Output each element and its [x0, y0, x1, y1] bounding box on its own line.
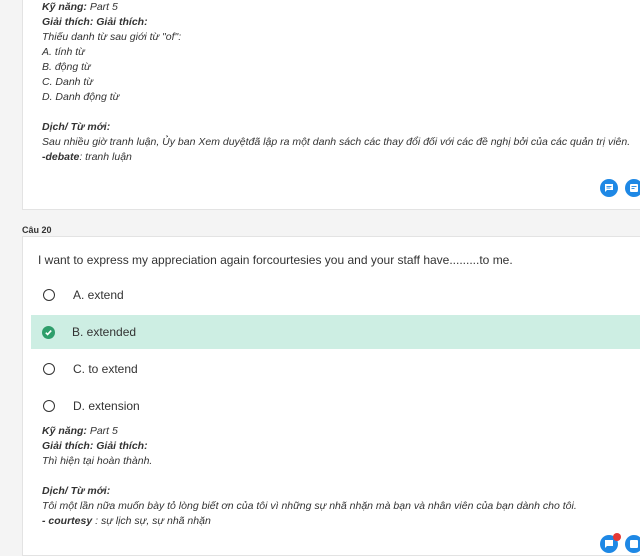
option-label: D. extension — [73, 399, 140, 413]
skill-label: Kỹ năng: — [42, 425, 87, 437]
vocab-word-line: - courtesy : sự lịch sự, sự nhã nhặn — [42, 514, 211, 529]
explain-line: Thì hiện tại hoàn thành. — [42, 455, 153, 467]
option-d[interactable]: D. extension — [31, 389, 640, 423]
explain-line: C. Danh từ — [42, 76, 94, 88]
vocab-word-meaning: : sự lịch sự, sự nhã nhặn — [92, 515, 211, 527]
radio-unchecked-icon — [43, 363, 55, 375]
vocab-line: Tôi một lần nữa muốn bày tỏ lòng biết ơn… — [42, 500, 577, 512]
explain-label: Giải thích: Giải thích: — [42, 440, 148, 452]
explain-line: B. động từ — [42, 61, 91, 73]
option-b[interactable]: B. extended — [31, 315, 640, 349]
skill-label: Kỹ năng: — [42, 1, 87, 13]
skill-value: Part 5 — [89, 425, 118, 437]
vocab-word-meaning: : tranh luận — [79, 151, 132, 163]
option-a[interactable]: A. extend — [31, 278, 640, 312]
explain-line: Thiếu danh từ sau giới từ "of": — [42, 31, 182, 43]
option-label: C. to extend — [73, 362, 138, 376]
explain-line: D. Danh động từ — [42, 91, 120, 103]
explain-label: Giải thích: Giải thích: — [42, 16, 148, 28]
check-circle-icon — [42, 325, 55, 339]
note-button[interactable] — [625, 179, 640, 197]
vocab-label: Dịch/ Từ mới: — [42, 485, 111, 497]
note-icon — [630, 184, 638, 192]
option-c[interactable]: C. to extend — [31, 352, 640, 386]
question-text: I want to express my appreciation again … — [38, 253, 513, 267]
comment-icon — [605, 540, 613, 548]
vocab-line: Sau nhiều giờ tranh luận, Ủy ban Xem duy… — [42, 136, 631, 148]
vocab-label: Dịch/ Từ mới: — [42, 121, 111, 133]
skill-line: Kỹ năng: Part 5 — [42, 424, 118, 439]
notification-badge — [613, 533, 621, 541]
option-label: A. extend — [73, 288, 124, 302]
radio-unchecked-icon — [43, 289, 55, 301]
question-number: Câu 20 — [22, 225, 52, 235]
question-card: I want to express my appreciation again … — [22, 236, 640, 556]
skill-line: Kỹ năng: Part 5 — [42, 0, 118, 15]
previous-question-card: Kỹ năng: Part 5 Giải thích: Giải thích: … — [22, 0, 640, 210]
skill-value: Part 5 — [89, 1, 118, 13]
comment-button[interactable] — [600, 179, 618, 197]
explain-line: A. tính từ — [42, 46, 85, 58]
comment-icon — [605, 184, 613, 192]
note-icon — [630, 540, 638, 548]
vocab-word: -debate — [42, 151, 80, 163]
radio-unchecked-icon — [43, 400, 55, 412]
vocab-word: - courtesy — [42, 515, 93, 527]
option-label: B. extended — [72, 325, 137, 339]
vocab-word-line: -debate: tranh luận — [42, 150, 132, 165]
